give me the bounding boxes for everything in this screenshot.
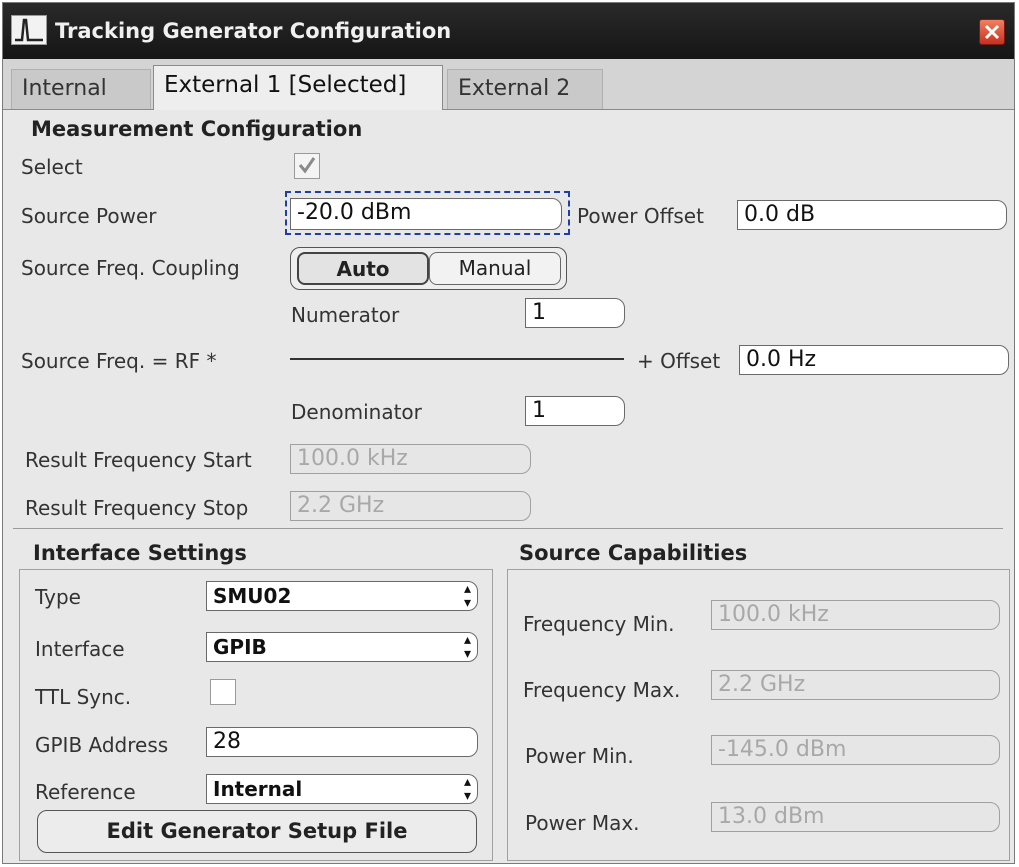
- formula-label: Source Freq. = RF *: [21, 349, 217, 373]
- reference-label: Reference: [35, 780, 136, 804]
- result-start-label: Result Frequency Start: [25, 448, 252, 472]
- denominator-label: Denominator: [291, 400, 422, 424]
- numerator-input[interactable]: 1: [525, 298, 625, 328]
- coupling-auto-button[interactable]: Auto: [297, 252, 429, 285]
- offset-input[interactable]: 0.0 Hz: [739, 345, 1009, 375]
- coupling-label: Source Freq. Coupling: [21, 256, 240, 280]
- freq-max-field: 2.2 GHz: [711, 670, 1000, 700]
- section-divider: [13, 528, 1003, 529]
- interface-select[interactable]: GPIB ▴ ▾: [206, 632, 478, 662]
- result-stop-field: 2.2 GHz: [290, 491, 531, 521]
- ttl-sync-label: TTL Sync.: [35, 685, 132, 709]
- power-max-label: Power Max.: [525, 811, 640, 835]
- type-label: Type: [35, 585, 81, 609]
- tab-internal[interactable]: Internal: [11, 69, 151, 109]
- checkmark-icon: [298, 157, 316, 174]
- result-stop-label: Result Frequency Stop: [25, 496, 249, 520]
- edit-setup-file-button[interactable]: Edit Generator Setup File: [37, 810, 477, 853]
- freq-min-label: Frequency Min.: [523, 612, 675, 636]
- select-checkbox[interactable]: [294, 153, 320, 179]
- denominator-input[interactable]: 1: [525, 396, 625, 426]
- power-max-field: 13.0 dBm: [711, 802, 1000, 832]
- up-down-arrows-icon: ▴ ▾: [463, 632, 471, 662]
- close-icon[interactable]: [979, 19, 1005, 45]
- reference-select[interactable]: Internal ▴ ▾: [206, 774, 478, 804]
- gpib-address-input[interactable]: 28: [206, 727, 478, 757]
- interface-value: GPIB: [213, 635, 267, 659]
- title-bar: Tracking Generator Configuration: [3, 3, 1014, 59]
- tab-bar: Internal External 1 [Selected] External …: [3, 59, 1014, 110]
- interface-settings-title: Interface Settings: [33, 541, 247, 565]
- type-select[interactable]: SMU02 ▴ ▾: [206, 581, 478, 611]
- window-title: Tracking Generator Configuration: [55, 19, 452, 43]
- coupling-manual-button[interactable]: Manual: [429, 252, 561, 285]
- offset-label: + Offset: [637, 349, 721, 373]
- fraction-line: [290, 358, 624, 360]
- reference-value: Internal: [213, 777, 303, 801]
- coupling-toggle: Auto Manual: [290, 247, 567, 290]
- ttl-sync-checkbox[interactable]: [210, 679, 236, 705]
- numerator-label: Numerator: [291, 303, 400, 327]
- source-power-label: Source Power: [21, 204, 157, 228]
- tracking-generator-dialog: Tracking Generator Configuration Interna…: [2, 2, 1015, 864]
- power-min-label: Power Min.: [525, 744, 634, 768]
- gpib-address-label: GPIB Address: [35, 733, 169, 757]
- tab-external-2[interactable]: External 2: [447, 69, 603, 109]
- power-min-field: -145.0 dBm: [711, 735, 1000, 765]
- tab-external-1[interactable]: External 1 [Selected]: [153, 65, 443, 110]
- power-offset-label: Power Offset: [577, 204, 704, 228]
- interface-label: Interface: [35, 637, 125, 661]
- power-offset-input[interactable]: 0.0 dB: [737, 200, 1007, 230]
- freq-max-label: Frequency Max.: [523, 678, 681, 702]
- up-down-arrows-icon: ▴ ▾: [463, 581, 471, 611]
- up-down-arrows-icon: ▴ ▾: [463, 774, 471, 804]
- select-label: Select: [21, 155, 83, 179]
- source-power-input[interactable]: -20.0 dBm: [290, 198, 562, 230]
- result-start-field: 100.0 kHz: [290, 444, 531, 474]
- source-capabilities-title: Source Capabilities: [519, 541, 748, 565]
- waveform-icon: [11, 15, 47, 45]
- measurement-config-title: Measurement Configuration: [31, 117, 363, 141]
- type-value: SMU02: [213, 584, 292, 608]
- freq-min-field: 100.0 kHz: [711, 600, 1000, 630]
